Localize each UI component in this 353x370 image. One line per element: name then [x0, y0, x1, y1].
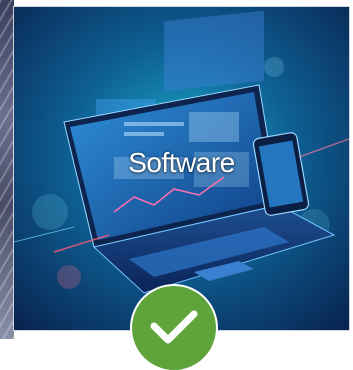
checkmark-icon [150, 310, 198, 344]
card-title: Software [128, 147, 235, 178]
software-option-card[interactable]: Software [14, 7, 349, 330]
selected-badge [132, 286, 216, 370]
adjacent-card-edge[interactable] [0, 0, 14, 339]
